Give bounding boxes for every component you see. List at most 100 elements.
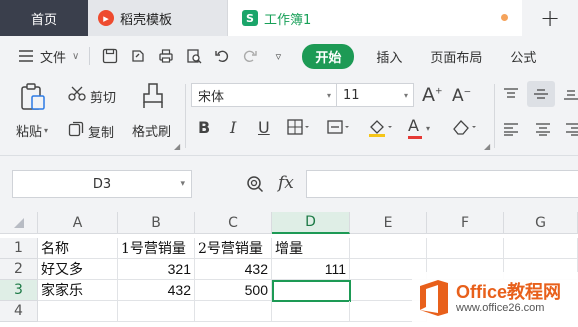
tab-docer-templates[interactable]: ▸ 稻壳模板	[88, 0, 228, 36]
fill-color-icon[interactable]	[368, 118, 394, 142]
plus-icon: +	[539, 4, 561, 32]
cell-a3[interactable]: 家家乐	[38, 280, 118, 301]
cell-a4[interactable]	[38, 301, 118, 322]
column-header-d[interactable]: D	[272, 212, 350, 234]
quick-access-more-icon[interactable]: ▿	[268, 46, 288, 66]
tab-page-layout[interactable]: 页面布局	[430, 47, 482, 66]
paste-label: 粘贴	[16, 125, 43, 140]
cell-e1[interactable]	[350, 238, 427, 259]
font-expand-icon[interactable]: ◢	[484, 142, 490, 151]
undo-icon[interactable]	[212, 46, 232, 66]
cell-c3[interactable]: 500	[195, 280, 272, 301]
cell-b3[interactable]: 432	[118, 280, 195, 301]
row-header-4[interactable]: 4	[0, 301, 38, 322]
export-icon[interactable]	[128, 46, 148, 66]
italic-icon[interactable]: I	[230, 118, 236, 137]
tab-formula[interactable]: 公式	[510, 47, 536, 66]
cell-g1[interactable]	[504, 238, 578, 259]
zoom-search-icon[interactable]	[246, 175, 264, 197]
cell-d2[interactable]: 111	[272, 259, 350, 280]
eraser-icon[interactable]	[452, 118, 478, 140]
formula-bar: D3 ▾ fx	[0, 156, 578, 212]
cell-b2[interactable]: 321	[118, 259, 195, 280]
unsaved-dot-icon	[501, 14, 508, 21]
name-box[interactable]: D3 ▾	[12, 170, 192, 198]
align-center-icon[interactable]	[535, 121, 551, 140]
column-header-e[interactable]: E	[350, 212, 427, 234]
chevron-down-icon: ∨	[72, 50, 80, 62]
row-header-2[interactable]: 2	[0, 259, 38, 280]
cell-style-icon[interactable]	[327, 118, 351, 140]
print-preview-icon[interactable]	[184, 46, 204, 66]
font-size-value: 11	[343, 87, 360, 103]
copy-button[interactable]: 复制	[68, 121, 114, 141]
divider	[89, 47, 91, 65]
file-menu[interactable]: 文件 ∨	[16, 46, 79, 66]
column-header-f[interactable]: F	[427, 212, 504, 234]
tab-start[interactable]: 开始	[302, 43, 355, 69]
column-header-g[interactable]: G	[504, 212, 578, 234]
select-all-corner[interactable]	[0, 212, 38, 234]
docer-logo-icon: ▸	[98, 10, 114, 26]
tab-insert[interactable]: 插入	[376, 47, 402, 66]
cell-c4[interactable]	[195, 301, 272, 322]
formula-input[interactable]	[306, 170, 578, 198]
align-bottom-icon[interactable]	[563, 86, 578, 105]
print-icon[interactable]	[156, 46, 176, 66]
bold-icon[interactable]: B	[198, 118, 210, 137]
menu-row: 文件 ∨ ▿ 开始 插入 页面布局 公式	[0, 36, 578, 76]
clipboard-icon[interactable]	[18, 82, 48, 112]
align-middle-icon[interactable]	[527, 81, 555, 107]
cell-c1[interactable]: 2号营销量	[195, 238, 272, 259]
font-name-value: 宋体	[198, 89, 225, 105]
underline-icon[interactable]: U	[258, 118, 270, 137]
tab-workbook[interactable]: S 工作簿1	[228, 0, 522, 36]
align-top-icon[interactable]	[503, 86, 519, 105]
copy-label: 复制	[88, 125, 115, 141]
column-header-a[interactable]: A	[38, 212, 118, 234]
chevron-down-icon: ▾	[326, 90, 331, 100]
save-icon[interactable]	[100, 46, 120, 66]
paste-button[interactable]: 粘贴 ▾	[16, 121, 48, 140]
cell-a2[interactable]: 好又多	[38, 259, 118, 280]
copy-icon	[68, 121, 84, 141]
font-size-select[interactable]: 11 ▾	[336, 83, 414, 107]
new-tab-button[interactable]: +	[522, 0, 578, 36]
increase-font-icon[interactable]: A+	[422, 84, 443, 106]
border-icon[interactable]	[287, 118, 311, 140]
cell-d3-active[interactable]	[272, 280, 351, 302]
cut-button[interactable]: 剪切	[68, 86, 116, 106]
cell-d4[interactable]	[272, 301, 350, 322]
font-name-select[interactable]: 宋体 ▾	[191, 83, 337, 107]
format-painter-button[interactable]: 格式刷	[132, 121, 171, 140]
redo-icon[interactable]	[240, 46, 260, 66]
align-left-icon[interactable]	[503, 121, 519, 140]
format-painter-icon[interactable]	[140, 82, 166, 110]
align-right-icon[interactable]	[566, 121, 578, 140]
cell-b1[interactable]: 1号营销量	[118, 238, 195, 259]
decrease-font-icon[interactable]: A−	[452, 86, 471, 106]
watermark-url: www.office26.com	[456, 302, 545, 314]
cell-a1[interactable]: 名称	[38, 238, 118, 259]
file-menu-label: 文件	[40, 50, 67, 66]
cell-c2[interactable]: 432	[195, 259, 272, 280]
row-header-3[interactable]: 3	[0, 280, 38, 301]
cell-b4[interactable]	[118, 301, 195, 322]
clipboard-expand-icon[interactable]: ◢	[174, 142, 180, 151]
ribbon-toolbar: 粘贴 ▾ 剪切 复制 格式刷 ◢ 宋体 ▾ 11 ▾ A+ A− B I U A…	[0, 76, 578, 156]
watermark-title: Office教程网	[456, 282, 561, 302]
font-color-icon[interactable]: A ▾	[408, 116, 430, 139]
divider	[185, 84, 186, 148]
font-color-swatch	[408, 136, 422, 139]
cell-d1[interactable]: 增量	[272, 238, 350, 259]
paste-dropdown-icon: ▾	[44, 126, 49, 135]
row-header-1[interactable]: 1	[0, 238, 38, 259]
column-header-c[interactable]: C	[195, 212, 272, 234]
chevron-down-icon: ▾	[180, 179, 185, 189]
column-header-b[interactable]: B	[118, 212, 195, 234]
tab-bar: 首页 ▸ 稻壳模板 S 工作簿1 +	[0, 0, 578, 36]
insert-function-button[interactable]: fx	[278, 173, 294, 193]
spreadsheet-icon: S	[242, 10, 258, 26]
tab-home[interactable]: 首页	[0, 0, 88, 36]
cell-f1[interactable]	[427, 238, 504, 259]
